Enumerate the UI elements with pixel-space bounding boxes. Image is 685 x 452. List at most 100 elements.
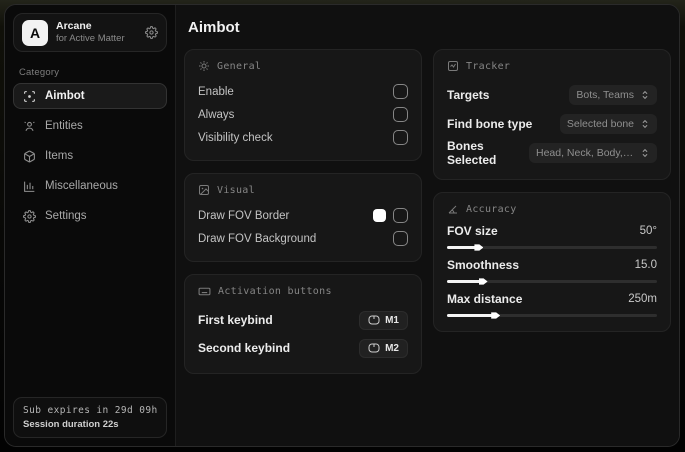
keyboard-icon: [198, 285, 211, 298]
visual-card: Visual Draw FOV Border Draw FOV Backgrou…: [184, 173, 422, 262]
general-header-label: General: [217, 60, 262, 72]
second-keybind-button[interactable]: M2: [359, 338, 408, 358]
keybind-value: M2: [385, 342, 399, 354]
right-column: Tracker Targets Bots, Teams Find bone ty…: [433, 49, 671, 332]
general-gear-icon: [198, 60, 210, 72]
brand-logo: A: [22, 19, 48, 46]
setting-label: Always: [198, 108, 235, 121]
setting-label: Bones Selected: [447, 139, 497, 167]
draw-fov-border-checkbox[interactable]: [393, 208, 408, 223]
dropdown-value: Head, Neck, Body, Pe..: [536, 147, 634, 159]
chevrons-up-down-icon: [640, 148, 650, 158]
entities-icon: [23, 120, 36, 133]
chevrons-up-down-icon: [640, 119, 650, 129]
tracker-card: Tracker Targets Bots, Teams Find bone ty…: [433, 49, 671, 180]
left-column: General Enable Always Visibility check V…: [184, 49, 422, 374]
setting-row-draw-fov-background: Draw FOV Background: [198, 228, 408, 249]
setting-label: Max distance: [447, 292, 523, 306]
crosshair-scan-icon: [23, 90, 36, 103]
setting-label: Find bone type: [447, 116, 533, 131]
box-icon: [23, 150, 36, 163]
fov-size-slider-block: FOV size 50°: [447, 224, 657, 251]
chart-icon: [23, 180, 36, 193]
first-keybind-button[interactable]: M1: [359, 310, 408, 330]
setting-label: FOV size: [447, 224, 498, 238]
sidebar-item-label: Entities: [45, 120, 83, 132]
sidebar-item-label: Items: [45, 150, 74, 162]
setting-row-enable: Enable: [198, 81, 408, 102]
session-duration-text: Session duration 22s: [23, 419, 119, 430]
dropdown-value: Selected bone: [566, 117, 634, 130]
setting-row-bones-selected: Bones Selected Head, Neck, Body, Pe..: [447, 139, 657, 167]
brand-card: A Arcane for Active Matter: [13, 13, 167, 52]
image-icon: [198, 184, 210, 196]
sidebar-item-label: Aimbot: [45, 90, 85, 102]
brand-subtitle: for Active Matter: [56, 33, 125, 44]
enable-checkbox[interactable]: [393, 84, 408, 99]
chevrons-up-down-icon: [640, 90, 650, 100]
main-panel: Aimbot General Enable Always Visibility …: [176, 5, 679, 446]
category-label: Category: [19, 67, 60, 78]
slider-value: 15.0: [634, 259, 657, 271]
subscription-card: Sub expires in 29d 09h Session duration …: [13, 397, 167, 438]
sidebar: A Arcane for Active Matter Category Aimb…: [5, 5, 176, 446]
setting-label: Smoothness: [447, 258, 520, 272]
accuracy-header-label: Accuracy: [466, 203, 517, 215]
tracker-icon: [447, 60, 459, 72]
slider-value: 50°: [639, 225, 657, 237]
angle-icon: [447, 203, 459, 215]
slider-thumb[interactable]: [478, 278, 488, 285]
sidebar-nav: Aimbot Entities Items Miscellaneous Sett…: [5, 83, 175, 229]
keybind-value: M1: [385, 314, 399, 326]
sub-expires-text: Sub expires in 29d 09h: [23, 405, 158, 416]
brand-name: Arcane: [56, 20, 92, 32]
max-distance-slider[interactable]: [447, 312, 657, 319]
setting-label: Targets: [447, 87, 490, 102]
find-bone-type-dropdown[interactable]: Selected bone: [559, 113, 657, 134]
mouse-icon: [368, 315, 380, 325]
setting-label: Visibility check: [198, 131, 273, 144]
smoothness-slider[interactable]: [447, 278, 657, 285]
app-window: A Arcane for Active Matter Category Aimb…: [4, 4, 680, 447]
setting-row-draw-fov-border: Draw FOV Border: [198, 205, 408, 226]
sidebar-item-label: Settings: [45, 210, 87, 222]
mouse-icon: [368, 343, 380, 353]
setting-row-second-keybind: Second keybind M2: [198, 335, 408, 361]
brand-text: Arcane for Active Matter: [56, 20, 137, 45]
slider-thumb[interactable]: [491, 312, 501, 319]
always-checkbox[interactable]: [393, 107, 408, 122]
general-card: General Enable Always Visibility check: [184, 49, 422, 161]
setting-label: Enable: [198, 85, 234, 98]
settings-gear-icon: [23, 209, 36, 223]
fov-border-color-swatch[interactable]: [373, 209, 386, 222]
max-distance-slider-block: Max distance 250m: [447, 292, 657, 319]
setting-label: Draw FOV Border: [198, 209, 290, 222]
setting-row-targets: Targets Bots, Teams: [447, 81, 657, 108]
activation-card: Activation buttons First keybind M1 Seco…: [184, 274, 422, 374]
tracker-header-label: Tracker: [466, 60, 511, 72]
visibility-check-checkbox[interactable]: [393, 130, 408, 145]
setting-label: First keybind: [198, 313, 273, 327]
targets-dropdown[interactable]: Bots, Teams: [569, 84, 657, 105]
sidebar-item-entities[interactable]: Entities: [13, 113, 167, 139]
setting-label: Draw FOV Background: [198, 232, 317, 245]
setting-row-always: Always: [198, 104, 408, 125]
sidebar-item-settings[interactable]: Settings: [13, 203, 167, 229]
dropdown-value: Bots, Teams: [576, 88, 634, 101]
bones-selected-dropdown[interactable]: Head, Neck, Body, Pe..: [529, 143, 657, 163]
sidebar-item-miscellaneous[interactable]: Miscellaneous: [13, 173, 167, 199]
page-title: Aimbot: [188, 19, 240, 36]
sidebar-item-label: Miscellaneous: [45, 180, 118, 192]
slider-thumb[interactable]: [474, 244, 484, 251]
visual-header-label: Visual: [217, 184, 255, 196]
gear-icon[interactable]: [145, 26, 158, 39]
activation-header-label: Activation buttons: [218, 286, 332, 297]
draw-fov-background-checkbox[interactable]: [393, 231, 408, 246]
setting-row-first-keybind: First keybind M1: [198, 307, 408, 333]
slider-value: 250m: [628, 293, 657, 305]
fov-size-slider[interactable]: [447, 244, 657, 251]
sidebar-item-items[interactable]: Items: [13, 143, 167, 169]
setting-row-find-bone-type: Find bone type Selected bone: [447, 110, 657, 137]
sidebar-item-aimbot[interactable]: Aimbot: [13, 83, 167, 109]
setting-row-visibility-check: Visibility check: [198, 127, 408, 148]
